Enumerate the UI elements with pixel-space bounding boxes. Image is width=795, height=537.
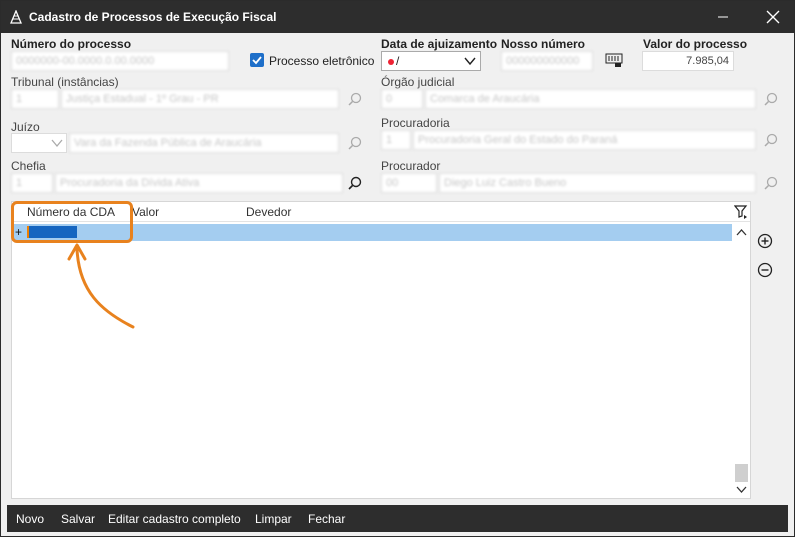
procurador-label: Procurador [381, 159, 441, 173]
scroll-down-icon[interactable] [736, 486, 747, 494]
chefia-label: Chefia [11, 159, 46, 173]
nosso-numero-label: Nosso número [501, 37, 586, 51]
minimize-icon [718, 16, 728, 18]
add-row-icon[interactable] [757, 233, 773, 249]
fechar-button[interactable]: Fechar [308, 512, 345, 526]
app-logo-icon [10, 10, 22, 24]
juizo-name-input[interactable]: Vara da Fazenda Pública de Araucária [69, 133, 339, 153]
bottom-toolbar: Novo Salvar Editar cadastro completo Lim… [7, 505, 788, 532]
orgao-judicial-label: Órgão judicial [381, 75, 455, 89]
grid-vertical-scrollbar[interactable] [733, 222, 750, 498]
minimize-button[interactable] [703, 1, 743, 33]
close-button[interactable] [753, 1, 793, 33]
window-title: Cadastro de Processos de Execução Fiscal [29, 10, 277, 24]
numero-processo-label: Número do processo [11, 37, 132, 51]
column-header-devedor[interactable]: Devedor [246, 205, 291, 219]
procuradoria-code-input[interactable]: 1 [381, 130, 411, 150]
process-registration-window: Cadastro de Processos de Execução Fiscal… [0, 0, 795, 537]
scrollbar-thumb[interactable] [735, 464, 748, 482]
chefia-code-input[interactable]: 1 [11, 173, 53, 193]
remove-row-icon[interactable] [757, 262, 773, 278]
checkmark-icon [252, 56, 262, 65]
chevron-down-icon[interactable] [464, 55, 476, 67]
tribunal-code-input[interactable]: 1 [11, 89, 59, 109]
title-bar: Cadastro de Processos de Execução Fiscal [1, 1, 794, 33]
scroll-up-icon[interactable] [736, 228, 747, 236]
chefia-name-input[interactable]: Procuradoria da Dívida Ativa [55, 173, 343, 193]
data-ajuizamento-label: Data de ajuizamento [381, 37, 498, 51]
novo-button[interactable]: Novo [16, 512, 44, 526]
orgao-judicial-code-input[interactable]: 0 [381, 89, 423, 109]
procurador-name-input[interactable]: Diego Luiz Castro Bueno [439, 173, 756, 193]
procuradoria-search-icon[interactable] [763, 132, 779, 148]
procuradoria-name-input[interactable]: Procuradoria Geral do Estado do Paraná [413, 130, 756, 150]
procuradoria-label: Procuradoria [381, 116, 450, 130]
filter-icon[interactable] [734, 204, 748, 219]
orgao-judicial-name-input[interactable]: Comarca de Araucária [425, 89, 756, 109]
tribunal-search-icon[interactable] [347, 91, 363, 107]
juizo-code-select[interactable] [11, 133, 67, 153]
numero-processo-input[interactable]: 0000000-00.0000.0.00.0000 [11, 51, 229, 71]
column-header-valor[interactable]: Valor [132, 205, 159, 219]
tribunal-label: Tribunal (instâncias) [11, 75, 119, 89]
annotation-arrow-icon [67, 243, 135, 329]
valor-processo-label: Valor do processo [643, 37, 748, 51]
procurador-search-icon[interactable] [763, 175, 779, 191]
limpar-button[interactable]: Limpar [255, 512, 292, 526]
editar-cadastro-button[interactable]: Editar cadastro completo [108, 512, 241, 526]
juizo-label: Juízo [11, 120, 40, 134]
salvar-button[interactable]: Salvar [61, 512, 95, 526]
nosso-numero-input[interactable]: 000000000000 [501, 51, 593, 71]
juizo-search-icon[interactable] [347, 135, 363, 151]
chevron-down-icon [51, 139, 63, 148]
processo-eletronico-label: Processo eletrônico [269, 54, 375, 68]
chefia-search-icon[interactable] [347, 175, 363, 191]
valor-processo-input[interactable]: 7.985,04 [642, 51, 734, 71]
close-icon [766, 10, 780, 24]
procurador-code-input[interactable]: 00 [381, 173, 437, 193]
data-ajuizamento-value: / [396, 54, 400, 68]
data-ajuizamento-picker[interactable]: / [381, 51, 481, 71]
barcode-icon[interactable] [605, 52, 623, 68]
orgao-judicial-search-icon[interactable] [763, 91, 779, 107]
processo-eletronico-checkbox[interactable] [250, 53, 264, 67]
tribunal-name-input[interactable]: Justiça Estadual - 1º Grau - PR [61, 89, 339, 109]
required-dot-icon [388, 59, 394, 65]
